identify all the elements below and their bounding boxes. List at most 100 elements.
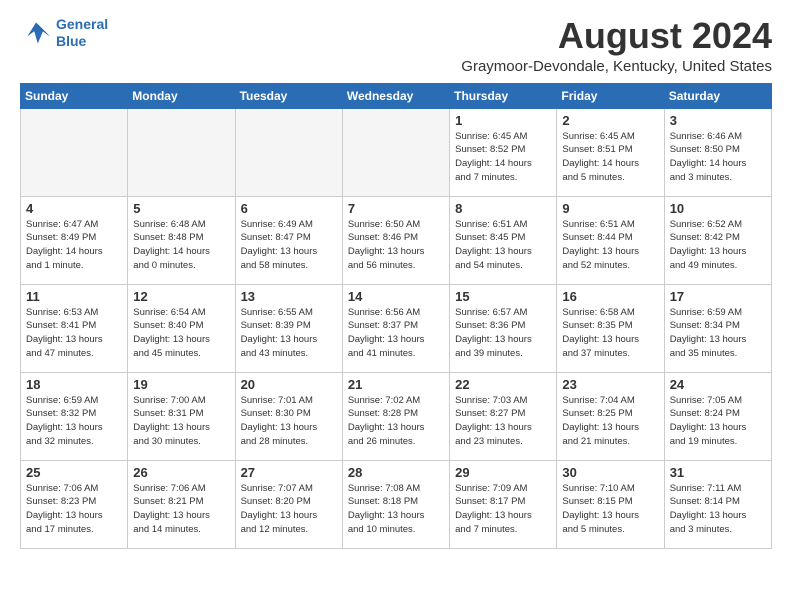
calendar-week-row-2: 4 Sunrise: 6:47 AM Sunset: 8:49 PM Daylig… — [21, 196, 772, 284]
calendar-cell: 24 Sunrise: 7:05 AM Sunset: 8:24 PM Dayli… — [664, 372, 771, 460]
day-number: 6 — [241, 201, 338, 216]
calendar-header-friday: Friday — [557, 83, 664, 108]
calendar-cell: 30Sunrise: 7:10 AM Sunset: 8:15 PM Dayli… — [557, 460, 664, 548]
calendar-cell: 27 Sunrise: 7:07 AM Sunset: 8:20 PM Dayli… — [235, 460, 342, 548]
calendar-cell: 1 Sunrise: 6:45 AM Sunset: 8:52 PM Daylig… — [450, 108, 557, 196]
calendar-table: SundayMondayTuesdayWednesdayThursdayFrid… — [20, 83, 772, 549]
calendar-cell: 18 Sunrise: 6:59 AM Sunset: 8:32 PM Dayli… — [21, 372, 128, 460]
day-number: 29 — [455, 465, 552, 480]
calendar-cell: 4 Sunrise: 6:47 AM Sunset: 8:49 PM Daylig… — [21, 196, 128, 284]
calendar-cell: 12 Sunrise: 6:54 AM Sunset: 8:40 PM Dayli… — [128, 284, 235, 372]
day-info: Sunrise: 7:07 AM Sunset: 8:20 PM Dayligh… — [241, 482, 338, 537]
day-info: Sunrise: 6:59 AM Sunset: 8:34 PM Dayligh… — [670, 306, 767, 361]
calendar-cell — [235, 108, 342, 196]
month-title: August 2024 — [461, 16, 772, 56]
calendar-cell — [21, 108, 128, 196]
day-info: Sunrise: 7:05 AM Sunset: 8:24 PM Dayligh… — [670, 394, 767, 449]
calendar-cell: 23 Sunrise: 7:04 AM Sunset: 8:25 PM Dayli… — [557, 372, 664, 460]
calendar-cell: 13 Sunrise: 6:55 AM Sunset: 8:39 PM Dayli… — [235, 284, 342, 372]
day-number: 10 — [670, 201, 767, 216]
calendar-week-row-4: 18 Sunrise: 6:59 AM Sunset: 8:32 PM Dayli… — [21, 372, 772, 460]
calendar-cell: 28 Sunrise: 7:08 AM Sunset: 8:18 PM Dayli… — [342, 460, 449, 548]
day-info: Sunrise: 6:59 AM Sunset: 8:32 PM Dayligh… — [26, 394, 123, 449]
calendar-header-monday: Monday — [128, 83, 235, 108]
day-info: Sunrise: 7:06 AM Sunset: 8:23 PM Dayligh… — [26, 482, 123, 537]
calendar-cell: 2 Sunrise: 6:45 AM Sunset: 8:51 PM Daylig… — [557, 108, 664, 196]
day-info: Sunrise: 7:09 AM Sunset: 8:17 PM Dayligh… — [455, 482, 552, 537]
calendar-cell: 19 Sunrise: 7:00 AM Sunset: 8:31 PM Dayli… — [128, 372, 235, 460]
day-number: 12 — [133, 289, 230, 304]
calendar-cell: 14Sunrise: 6:56 AM Sunset: 8:37 PM Dayli… — [342, 284, 449, 372]
calendar-cell: 29 Sunrise: 7:09 AM Sunset: 8:17 PM Dayli… — [450, 460, 557, 548]
day-info: Sunrise: 6:47 AM Sunset: 8:49 PM Dayligh… — [26, 218, 123, 273]
day-info: Sunrise: 6:58 AM Sunset: 8:35 PM Dayligh… — [562, 306, 659, 361]
day-info: Sunrise: 6:55 AM Sunset: 8:39 PM Dayligh… — [241, 306, 338, 361]
calendar-header-tuesday: Tuesday — [235, 83, 342, 108]
day-info: Sunrise: 7:00 AM Sunset: 8:31 PM Dayligh… — [133, 394, 230, 449]
day-info: Sunrise: 6:52 AM Sunset: 8:42 PM Dayligh… — [670, 218, 767, 273]
calendar-cell: 10 Sunrise: 6:52 AM Sunset: 8:42 PM Dayli… — [664, 196, 771, 284]
day-info: Sunrise: 7:03 AM Sunset: 8:27 PM Dayligh… — [455, 394, 552, 449]
calendar-cell: 17 Sunrise: 6:59 AM Sunset: 8:34 PM Dayli… — [664, 284, 771, 372]
day-info: Sunrise: 7:11 AM Sunset: 8:14 PM Dayligh… — [670, 482, 767, 537]
day-info: Sunrise: 7:06 AM Sunset: 8:21 PM Dayligh… — [133, 482, 230, 537]
day-number: 28 — [348, 465, 445, 480]
day-info: Sunrise: 6:57 AM Sunset: 8:36 PM Dayligh… — [455, 306, 552, 361]
calendar-cell: 25Sunrise: 7:06 AM Sunset: 8:23 PM Dayli… — [21, 460, 128, 548]
day-number: 16 — [562, 289, 659, 304]
day-number: 14 — [348, 289, 445, 304]
calendar-cell: 16 Sunrise: 6:58 AM Sunset: 8:35 PM Dayli… — [557, 284, 664, 372]
day-info: Sunrise: 6:45 AM Sunset: 8:52 PM Dayligh… — [455, 130, 552, 185]
day-number: 19 — [133, 377, 230, 392]
calendar-cell: 22 Sunrise: 7:03 AM Sunset: 8:27 PM Dayli… — [450, 372, 557, 460]
calendar-header-sunday: Sunday — [21, 83, 128, 108]
day-info: Sunrise: 6:53 AM Sunset: 8:41 PM Dayligh… — [26, 306, 123, 361]
day-number: 8 — [455, 201, 552, 216]
day-number: 22 — [455, 377, 552, 392]
day-info: Sunrise: 6:49 AM Sunset: 8:47 PM Dayligh… — [241, 218, 338, 273]
day-number: 17 — [670, 289, 767, 304]
calendar-cell: 11Sunrise: 6:53 AM Sunset: 8:41 PM Dayli… — [21, 284, 128, 372]
calendar-cell: 8Sunrise: 6:51 AM Sunset: 8:45 PM Daylig… — [450, 196, 557, 284]
day-number: 20 — [241, 377, 338, 392]
day-number: 5 — [133, 201, 230, 216]
day-number: 31 — [670, 465, 767, 480]
day-number: 23 — [562, 377, 659, 392]
day-info: Sunrise: 6:45 AM Sunset: 8:51 PM Dayligh… — [562, 130, 659, 185]
day-number: 1 — [455, 113, 552, 128]
day-info: Sunrise: 7:01 AM Sunset: 8:30 PM Dayligh… — [241, 394, 338, 449]
day-info: Sunrise: 7:02 AM Sunset: 8:28 PM Dayligh… — [348, 394, 445, 449]
day-number: 4 — [26, 201, 123, 216]
day-number: 21 — [348, 377, 445, 392]
calendar-week-row-5: 25Sunrise: 7:06 AM Sunset: 8:23 PM Dayli… — [21, 460, 772, 548]
calendar-cell: 15Sunrise: 6:57 AM Sunset: 8:36 PM Dayli… — [450, 284, 557, 372]
calendar-cell: 6 Sunrise: 6:49 AM Sunset: 8:47 PM Daylig… — [235, 196, 342, 284]
day-info: Sunrise: 6:50 AM Sunset: 8:46 PM Dayligh… — [348, 218, 445, 273]
day-info: Sunrise: 6:54 AM Sunset: 8:40 PM Dayligh… — [133, 306, 230, 361]
header: General Blue August 2024 Graymoor-Devond… — [20, 16, 772, 75]
location-subtitle: Graymoor-Devondale, Kentucky, United Sta… — [461, 58, 772, 75]
day-number: 13 — [241, 289, 338, 304]
day-info: Sunrise: 6:46 AM Sunset: 8:50 PM Dayligh… — [670, 130, 767, 185]
calendar-header-saturday: Saturday — [664, 83, 771, 108]
day-number: 2 — [562, 113, 659, 128]
calendar-cell: 20 Sunrise: 7:01 AM Sunset: 8:30 PM Dayli… — [235, 372, 342, 460]
day-info: Sunrise: 7:04 AM Sunset: 8:25 PM Dayligh… — [562, 394, 659, 449]
calendar-cell: 7 Sunrise: 6:50 AM Sunset: 8:46 PM Daylig… — [342, 196, 449, 284]
day-number: 9 — [562, 201, 659, 216]
day-number: 18 — [26, 377, 123, 392]
day-number: 3 — [670, 113, 767, 128]
calendar-cell: 26 Sunrise: 7:06 AM Sunset: 8:21 PM Dayli… — [128, 460, 235, 548]
day-info: Sunrise: 7:08 AM Sunset: 8:18 PM Dayligh… — [348, 482, 445, 537]
day-number: 26 — [133, 465, 230, 480]
day-number: 24 — [670, 377, 767, 392]
day-number: 27 — [241, 465, 338, 480]
logo-text: General Blue — [56, 16, 108, 50]
calendar-header-row: SundayMondayTuesdayWednesdayThursdayFrid… — [21, 83, 772, 108]
calendar-cell — [342, 108, 449, 196]
calendar-cell: 21 Sunrise: 7:02 AM Sunset: 8:28 PM Dayli… — [342, 372, 449, 460]
logo: General Blue — [20, 16, 108, 50]
calendar-header-thursday: Thursday — [450, 83, 557, 108]
day-info: Sunrise: 6:48 AM Sunset: 8:48 PM Dayligh… — [133, 218, 230, 273]
day-number: 7 — [348, 201, 445, 216]
